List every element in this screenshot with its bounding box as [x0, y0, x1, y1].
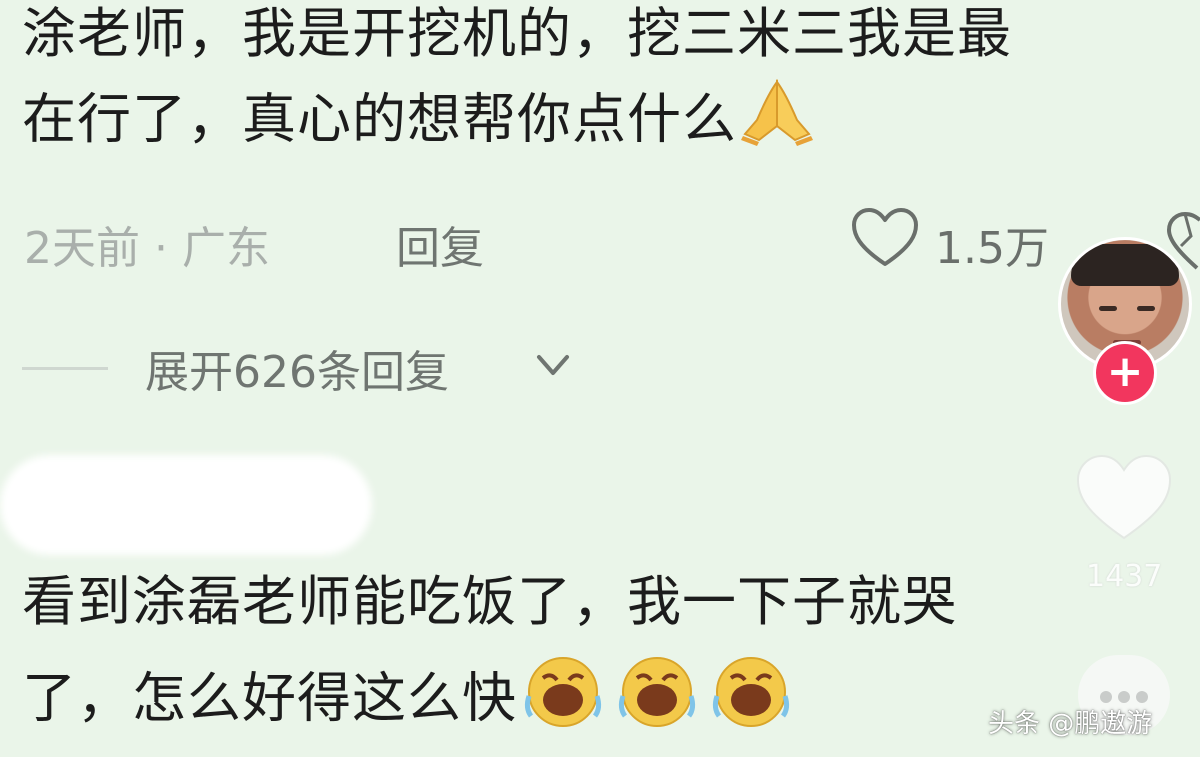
comment-like-button[interactable]: [850, 206, 920, 276]
comment-1-text-line-2-content: 在行了，真心的想帮你点什么: [22, 87, 737, 151]
avatar-hair: [1071, 244, 1179, 286]
comment-1-time-location: 2天前 · 广东: [24, 223, 270, 274]
expand-replies-button[interactable]: 展开626条回复: [145, 336, 449, 400]
video-like-count: 1437: [1086, 559, 1163, 594]
comment-2-text-line-2-content: 了，怎么好得这么快: [22, 666, 517, 730]
heart-outline-icon: [850, 208, 920, 274]
crying-face-icon: [517, 650, 817, 754]
comment-2-text-line-1: 看到涂磊老师能吃饭了，我一下子就哭: [22, 570, 957, 633]
heart-icon: [1074, 454, 1174, 548]
redacted-username: [0, 455, 372, 555]
chevron-down-icon[interactable]: [533, 345, 573, 389]
comment-dot: [1118, 691, 1130, 703]
comment-1-text-line-1: 涂老师，我是开挖机的，挖三米三我是最: [22, 2, 1012, 65]
comment-1-text-line-2: 在行了，真心的想帮你点什么: [22, 76, 817, 170]
expand-divider: [22, 367, 108, 370]
comment-1-like-count: 1.5万: [935, 223, 1049, 274]
reply-button[interactable]: 回复: [396, 212, 484, 276]
avatar-eye-right: [1137, 306, 1155, 311]
video-like-button[interactable]: [1074, 452, 1174, 548]
watermark: 头条 @鹏遨游: [988, 709, 1153, 739]
comment-dot: [1136, 691, 1148, 703]
follow-button[interactable]: +: [1093, 341, 1157, 405]
comment-2-text-line-2: 了，怎么好得这么快: [22, 650, 817, 754]
avatar-eye-left: [1099, 306, 1117, 311]
praying-hands-icon: [737, 76, 817, 170]
comment-dot: [1100, 691, 1112, 703]
